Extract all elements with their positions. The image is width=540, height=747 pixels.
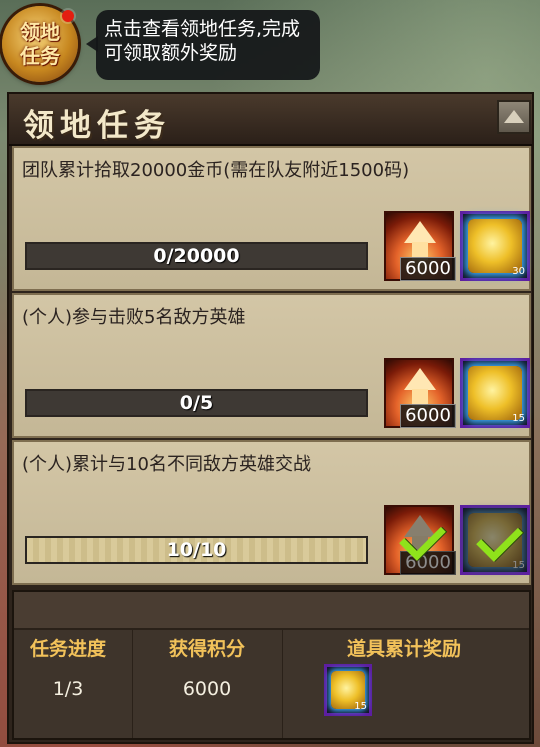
task-title: (个人)参与击败5名敌方英雄 bbox=[22, 307, 246, 328]
task-progress-bar: 10/10 bbox=[25, 536, 368, 564]
item-reward[interactable]: 30 bbox=[460, 211, 530, 281]
territory-task-panel: 领地任务 团队累计拾取20000金币(需在队友附近1500码) 0/20000 … bbox=[7, 92, 534, 744]
upgrade-arrow-icon bbox=[404, 221, 436, 243]
badge-label: 领地任务 bbox=[20, 20, 60, 68]
exp-amount: 6000 bbox=[400, 257, 456, 281]
exp-reward[interactable]: 6000 bbox=[384, 358, 456, 428]
exp-reward[interactable]: 6000 bbox=[384, 211, 456, 281]
progress-text: 0/20000 bbox=[153, 245, 240, 267]
points-label: 获得积分 bbox=[168, 638, 245, 660]
task-progress-bar: 0/20000 bbox=[25, 242, 368, 270]
accumulated-reward-item[interactable]: 15 bbox=[324, 664, 372, 716]
notification-dot-icon bbox=[62, 10, 74, 22]
exp-amount: 6000 bbox=[400, 404, 456, 428]
exp-reward-claimed[interactable]: 6000 bbox=[384, 505, 456, 575]
golden-scroll-icon bbox=[468, 366, 522, 420]
points-value: 6000 bbox=[182, 678, 232, 700]
item-quantity: 30 bbox=[512, 266, 525, 277]
progress-text: 0/5 bbox=[179, 392, 214, 414]
progress-value: 1/3 bbox=[52, 678, 84, 700]
golden-scroll-icon bbox=[468, 219, 522, 273]
task-progress-bar: 0/5 bbox=[25, 389, 368, 417]
territory-task-badge[interactable]: 领地任务 bbox=[2, 6, 78, 82]
task-card: (个人)累计与10名不同敌方英雄交战 10/10 6000 15 bbox=[12, 440, 531, 585]
summary-band bbox=[14, 592, 529, 630]
item-quantity: 15 bbox=[354, 701, 367, 712]
progress-text: 10/10 bbox=[166, 539, 227, 561]
rewards-label: 道具累计奖励 bbox=[346, 638, 461, 660]
tooltip-text: 点击查看领地任务,完成可领取额外奖励 bbox=[104, 18, 301, 64]
task-card: (个人)参与击败5名敌方英雄 0/5 6000 15 bbox=[12, 293, 531, 438]
item-reward-claimed[interactable]: 15 bbox=[460, 505, 530, 575]
task-summary: 任务进度 1/3 获得积分 6000 道具累计奖励 15 bbox=[12, 590, 531, 740]
checkmark-icon bbox=[399, 514, 446, 561]
progress-label: 任务进度 bbox=[29, 638, 106, 660]
panel-header: 领地任务 bbox=[9, 94, 532, 146]
item-quantity: 15 bbox=[512, 413, 525, 424]
task-card: 团队累计拾取20000金币(需在队友附近1500码) 0/20000 6000 … bbox=[12, 146, 531, 291]
panel-title: 领地任务 bbox=[23, 108, 171, 144]
item-reward[interactable]: 15 bbox=[460, 358, 530, 428]
divider bbox=[282, 630, 283, 738]
task-title: 团队累计拾取20000金币(需在队友附近1500码) bbox=[22, 160, 410, 181]
upgrade-arrow-icon bbox=[404, 368, 436, 390]
divider bbox=[132, 630, 133, 738]
collapse-button[interactable] bbox=[497, 100, 531, 134]
checkmark-icon bbox=[476, 515, 523, 562]
hint-tooltip: 点击查看领地任务,完成可领取额外奖励 bbox=[86, 10, 320, 80]
task-title: (个人)累计与10名不同敌方英雄交战 bbox=[22, 454, 311, 475]
